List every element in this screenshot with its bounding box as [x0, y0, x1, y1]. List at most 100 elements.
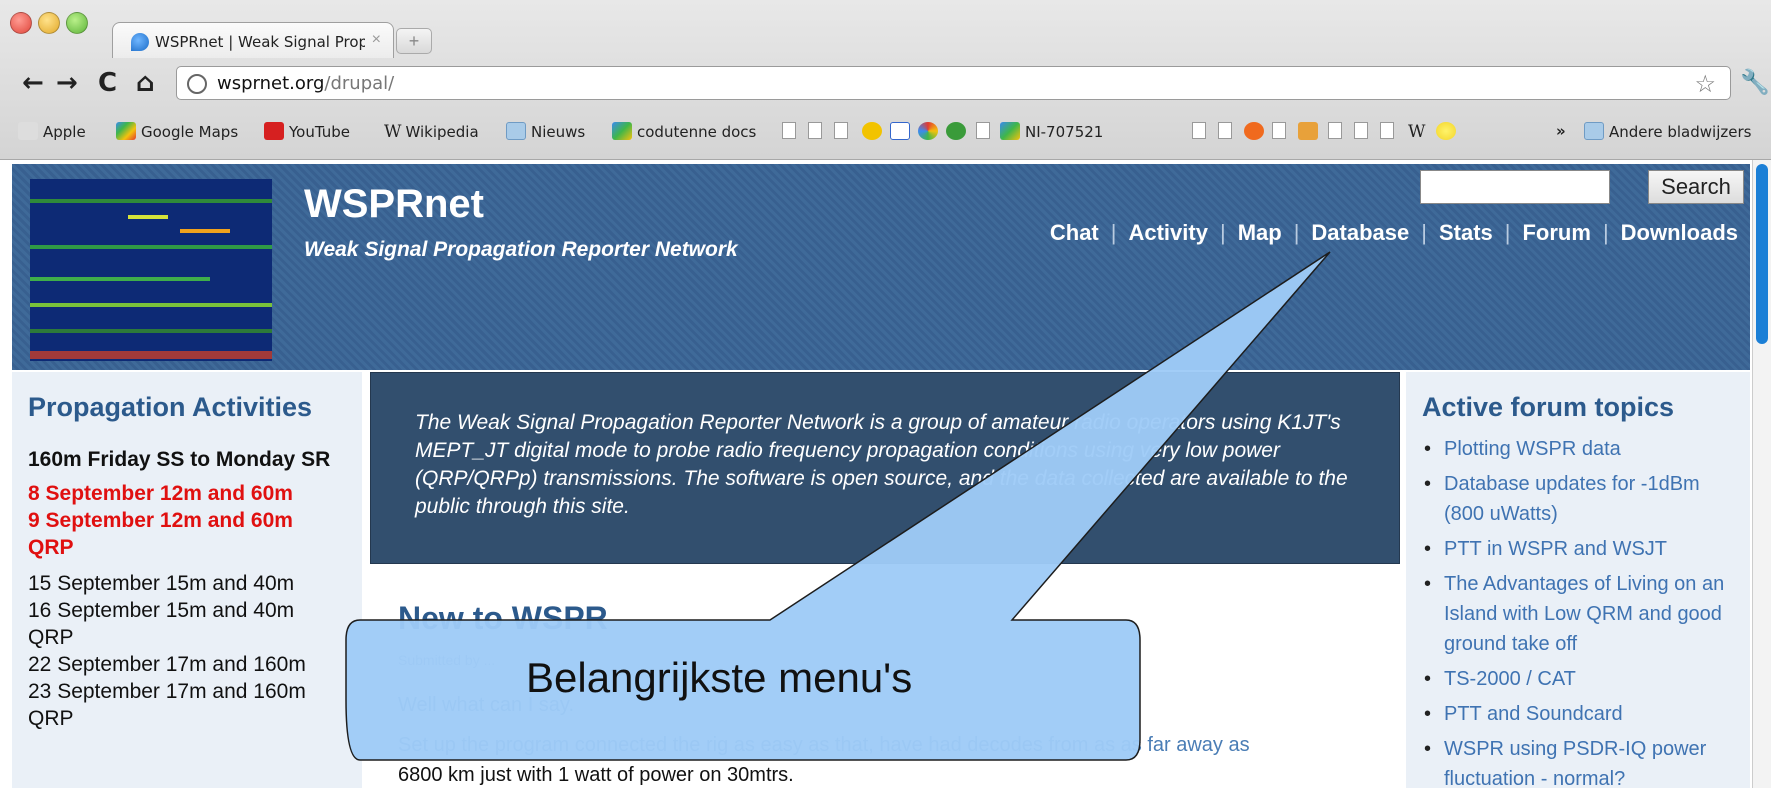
bookmark-page-3[interactable] — [834, 122, 848, 140]
activity-line: 160m Friday SS to Monday SR — [28, 448, 331, 471]
forward-arrow-icon[interactable]: → — [56, 68, 78, 98]
bookmark-label: Apple — [43, 123, 86, 141]
bookmark-google-maps[interactable]: Google Maps — [116, 122, 238, 141]
node-body-line: Set up the program connected the rig as … — [398, 734, 1250, 756]
block-title: Propagation Activities — [28, 392, 313, 422]
forum-topic-link[interactable]: Database updates for -1dBm (800 uWatts) — [1422, 469, 1742, 529]
apple-icon — [18, 122, 38, 140]
folder-icon — [1584, 122, 1604, 140]
forum-topic-link[interactable]: WSPR using PSDR-IQ power fluctuation - n… — [1422, 734, 1742, 794]
bookmark-sun[interactable] — [1436, 122, 1461, 141]
wikipedia-icon: W — [384, 122, 402, 142]
vertical-scrollbar[interactable] — [1752, 160, 1771, 788]
sun-icon — [1436, 122, 1456, 140]
bookmark-picasa[interactable] — [918, 122, 943, 141]
site-slogan: Weak Signal Propagation Reporter Network — [304, 238, 738, 261]
search-button[interactable]: Search — [1648, 170, 1744, 204]
minimize-window-button[interactable] — [38, 12, 60, 34]
main-content: The Weak Signal Propagation Reporter Net… — [370, 372, 1400, 788]
forum-topic-link[interactable]: PTT and Soundcard — [1422, 699, 1742, 729]
bookmark-page-7[interactable] — [1272, 122, 1286, 140]
scrollbar-thumb[interactable] — [1756, 164, 1768, 344]
bookmark-ont[interactable] — [890, 122, 915, 141]
nav-downloads[interactable]: Downloads — [1621, 220, 1738, 245]
block-title: Active forum topics — [1422, 392, 1675, 422]
nav-activity[interactable]: Activity — [1128, 220, 1207, 245]
nav-chat[interactable]: Chat — [1050, 220, 1099, 245]
new-tab-button[interactable]: + — [396, 28, 432, 54]
site-title[interactable]: WSPRnet — [304, 182, 484, 227]
bookmark-other-folder[interactable]: Andere bladwijzers — [1584, 122, 1751, 141]
bookmark-label: NI-707521 — [1025, 123, 1104, 141]
bookmark-label: Google Maps — [141, 123, 239, 141]
bookmark-apple[interactable]: Apple — [18, 122, 86, 141]
nav-stats[interactable]: Stats — [1439, 220, 1493, 245]
forum-topic-link[interactable]: TS-2000 / CAT — [1422, 664, 1742, 694]
forum-topic-link[interactable]: PTT in WSPR and WSJT — [1422, 534, 1742, 564]
activity-line: 16 September 15m and 40m — [28, 599, 295, 622]
bookmark-page-6[interactable] — [1218, 122, 1232, 140]
bookmark-page-2[interactable] — [808, 122, 822, 140]
google-docs-icon — [1000, 122, 1020, 140]
bookmark-star-icon[interactable]: ☆ — [1694, 70, 1716, 99]
forum-topic-link[interactable]: The Advantages of Living on an Island wi… — [1422, 569, 1742, 659]
bookmark-page-8[interactable] — [1328, 122, 1342, 140]
browser-tab[interactable]: WSPRnet | Weak Signal Propa × — [112, 22, 394, 58]
bookmark-linux[interactable] — [862, 122, 887, 141]
node-body-line: 6800 km just with 1 watt of power on 30m… — [398, 764, 794, 786]
forum-topics-block: Active forum topics Plotting WSPR data D… — [1406, 372, 1750, 790]
activity-line: 15 September 15m and 40m — [28, 572, 295, 595]
reload-icon[interactable]: C — [98, 68, 117, 98]
google-docs-icon — [612, 122, 632, 140]
activity-line: QRP — [28, 707, 74, 730]
logo-band — [180, 229, 230, 233]
bookmark-youtube[interactable]: YouTube — [264, 122, 350, 141]
bookmark-wikipedia-2[interactable]: W — [1408, 122, 1425, 142]
bookmark-page-5[interactable] — [1192, 122, 1206, 140]
folder-icon — [506, 122, 526, 140]
nav-database[interactable]: Database — [1311, 220, 1409, 245]
bookmark-ni[interactable]: NI-707521 — [1000, 122, 1103, 141]
bookmark-page-9[interactable] — [1354, 122, 1368, 140]
bookmark-green[interactable] — [946, 122, 971, 141]
logo-band — [30, 303, 272, 307]
browser-chrome: WSPRnet | Weak Signal Propa × + ← → C ⌂ … — [0, 0, 1771, 160]
page-icon — [1272, 122, 1286, 139]
zoom-window-button[interactable] — [66, 12, 88, 34]
bookmark-people[interactable] — [1298, 122, 1323, 141]
submitted-by: Submitted by ... — [398, 652, 496, 668]
node-title[interactable]: New to WSPR — [398, 600, 608, 637]
bookmarks-bar: Apple Google Maps YouTube W Wikipedia Nie… — [0, 112, 1771, 152]
main-nav: Chat | Activity | Map | Database | Stats | Forum | D… — [1050, 220, 1738, 246]
nav-map[interactable]: Map — [1238, 220, 1282, 245]
activity-line: QRP — [28, 626, 74, 649]
activity-line: 22 September 17m and 160m — [28, 653, 306, 676]
bookmark-page-4[interactable] — [976, 122, 990, 140]
close-window-button[interactable] — [10, 12, 32, 34]
bookmark-label: Andere bladwijzers — [1609, 123, 1752, 141]
page-icon — [834, 122, 848, 139]
bookmarks-overflow-chevron[interactable]: » — [1556, 122, 1566, 140]
address-bar[interactable]: wsprnet.org/drupal/ ☆ — [176, 66, 1731, 100]
nav-separator: | — [1504, 220, 1511, 245]
bookmark-page-1[interactable] — [782, 122, 796, 140]
nav-separator: | — [1602, 220, 1609, 245]
page-icon — [1218, 122, 1232, 139]
logo-band — [30, 245, 272, 249]
search-input[interactable] — [1420, 170, 1610, 204]
forum-topic-link[interactable]: Plotting WSPR data — [1422, 434, 1742, 464]
wrench-icon[interactable]: 🔧 — [1740, 68, 1770, 97]
wsprnet-logo[interactable] — [30, 179, 272, 361]
bookmark-alert[interactable] — [1244, 122, 1269, 141]
bookmark-page-10[interactable] — [1380, 122, 1394, 140]
tab-close-icon[interactable]: × — [372, 31, 381, 49]
green-icon — [946, 122, 966, 140]
nav-forum[interactable]: Forum — [1522, 220, 1590, 245]
bookmark-nieuws[interactable]: Nieuws — [506, 122, 585, 141]
back-arrow-icon[interactable]: ← — [22, 68, 44, 98]
bookmark-codutenne[interactable]: codutenne docs — [612, 122, 756, 141]
globe-icon — [187, 74, 207, 94]
bookmark-label: Wikipedia — [405, 123, 479, 141]
bookmark-wikipedia[interactable]: W Wikipedia — [384, 122, 479, 142]
home-icon[interactable]: ⌂ — [136, 68, 155, 98]
